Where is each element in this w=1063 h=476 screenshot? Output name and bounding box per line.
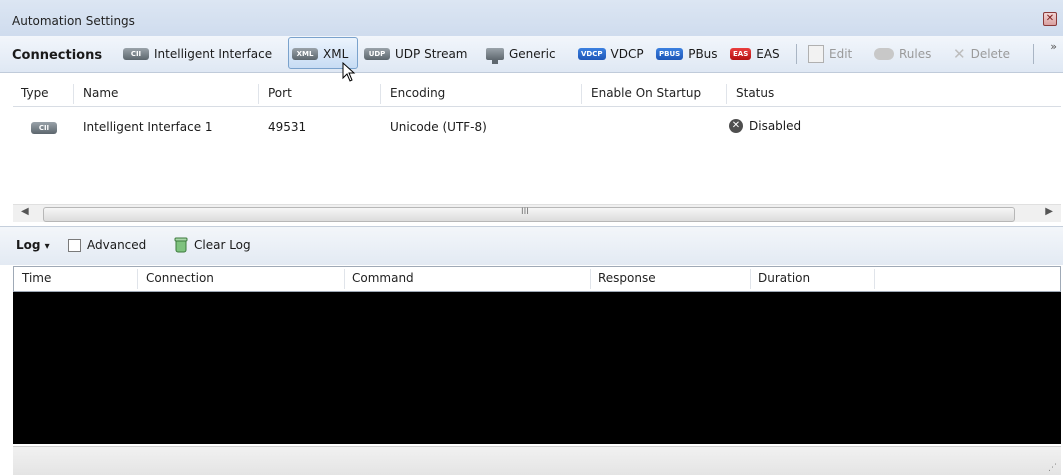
log-label: Log	[16, 238, 41, 252]
horizontal-scrollbar[interactable]: ◀ III ▶	[13, 204, 1061, 222]
column-header-type[interactable]: Type	[21, 86, 49, 100]
checkbox-icon	[68, 238, 81, 252]
connections-label: Connections	[12, 47, 103, 63]
pbus-button[interactable]: PBUS PBus	[656, 45, 718, 63]
xml-icon: XML	[292, 48, 318, 60]
eas-icon: EAS	[730, 48, 752, 60]
column-divider	[380, 84, 381, 104]
column-header-duration[interactable]: Duration	[758, 271, 810, 285]
xml-button[interactable]: XML XML	[292, 45, 348, 63]
row-port: 49531	[268, 120, 307, 134]
column-divider	[344, 269, 345, 289]
column-divider	[137, 269, 138, 289]
row-status: ✕ Disabled	[729, 119, 801, 133]
column-header-connection[interactable]: Connection	[146, 271, 214, 285]
toolbar-separator	[796, 44, 797, 64]
close-icon[interactable]: ✕	[1043, 12, 1057, 26]
mouse-cursor-icon	[342, 62, 356, 82]
column-header-encoding[interactable]: Encoding	[390, 86, 445, 100]
table-row[interactable]: CII Intelligent Interface 1 49531 Unicod…	[13, 114, 1061, 142]
delete-label: Delete	[970, 47, 1011, 61]
column-header-response[interactable]: Response	[598, 271, 656, 285]
scroll-left-arrow-icon[interactable]: ◀	[21, 206, 29, 217]
log-dropdown[interactable]: Log ▾	[16, 238, 50, 252]
column-divider	[581, 84, 582, 104]
column-divider	[874, 269, 875, 289]
generic-button[interactable]: Generic	[486, 45, 556, 64]
rules-button[interactable]: Rules	[874, 45, 931, 63]
scrollbar-grip: III	[521, 207, 529, 217]
udp-stream-button[interactable]: UDP UDP Stream	[364, 45, 468, 63]
resize-grip-icon[interactable]: ⋰	[1048, 463, 1057, 473]
intelligent-interface-label: Intelligent Interface	[154, 47, 273, 61]
column-divider	[258, 84, 259, 104]
column-header-status[interactable]: Status	[736, 86, 774, 100]
cii-icon: CII	[31, 122, 57, 134]
cii-icon: CII	[123, 48, 149, 60]
scrollbar-thumb[interactable]: III	[43, 207, 1015, 222]
log-output-area[interactable]	[13, 292, 1061, 444]
udp-icon: UDP	[364, 48, 390, 60]
row-name: Intelligent Interface 1	[83, 120, 213, 134]
column-header-port[interactable]: Port	[268, 86, 292, 100]
window-titlebar: Automation Settings ✕	[0, 0, 1063, 37]
clear-log-label: Clear Log	[194, 238, 251, 252]
edit-label: Edit	[829, 47, 853, 61]
column-divider	[73, 84, 74, 104]
edit-icon	[808, 45, 824, 63]
rules-label: Rules	[899, 47, 932, 61]
udp-stream-label: UDP Stream	[395, 47, 468, 61]
disabled-status-icon: ✕	[729, 119, 743, 133]
toolbar-separator-2	[1033, 44, 1034, 64]
advanced-label: Advanced	[87, 238, 147, 252]
chevron-down-icon: ▾	[44, 241, 50, 252]
pbus-icon: PBUS	[656, 48, 684, 60]
row-type-icon: CII	[31, 119, 57, 134]
log-toolbar: Log ▾ Advanced Clear Log	[0, 226, 1063, 265]
edit-button[interactable]: Edit	[808, 45, 852, 63]
window-title: Automation Settings	[12, 14, 135, 28]
xml-label: XML	[323, 47, 349, 61]
column-header-time[interactable]: Time	[22, 271, 51, 285]
vdcp-label: VDCP	[610, 47, 644, 61]
column-divider	[726, 84, 727, 104]
eas-label: EAS	[756, 47, 780, 61]
log-table-header: Time Connection Command Response Duratio…	[13, 266, 1061, 292]
vdcp-icon: VDCP	[578, 48, 606, 60]
toolbar-overflow-button[interactable]: »	[1050, 40, 1057, 53]
delete-icon: ✕	[953, 45, 966, 63]
connections-table-header: Type Name Port Encoding Enable On Startu…	[13, 82, 1061, 107]
eas-button[interactable]: EAS EAS	[730, 45, 780, 63]
generic-label: Generic	[509, 47, 556, 61]
column-divider	[590, 269, 591, 289]
rules-icon	[874, 48, 894, 60]
generic-device-icon	[486, 48, 504, 64]
connections-toolbar: Connections CII Intelligent Interface XM…	[0, 36, 1063, 73]
delete-button[interactable]: ✕ Delete	[953, 45, 1010, 63]
intelligent-interface-button[interactable]: CII Intelligent Interface	[123, 45, 272, 63]
trash-icon	[174, 237, 188, 253]
pbus-label: PBus	[688, 47, 718, 61]
scroll-right-arrow-icon[interactable]: ▶	[1045, 206, 1053, 217]
clear-log-button[interactable]: Clear Log	[174, 237, 251, 253]
column-divider	[750, 269, 751, 289]
status-bar: ⋰	[13, 446, 1061, 475]
column-header-enable-on-startup[interactable]: Enable On Startup	[591, 86, 701, 100]
row-encoding: Unicode (UTF-8)	[390, 120, 487, 134]
advanced-checkbox[interactable]: Advanced	[68, 238, 146, 252]
row-status-text: Disabled	[749, 119, 802, 133]
column-header-command[interactable]: Command	[352, 271, 414, 285]
column-header-name[interactable]: Name	[83, 86, 118, 100]
vdcp-button[interactable]: VDCP VDCP	[578, 45, 644, 63]
